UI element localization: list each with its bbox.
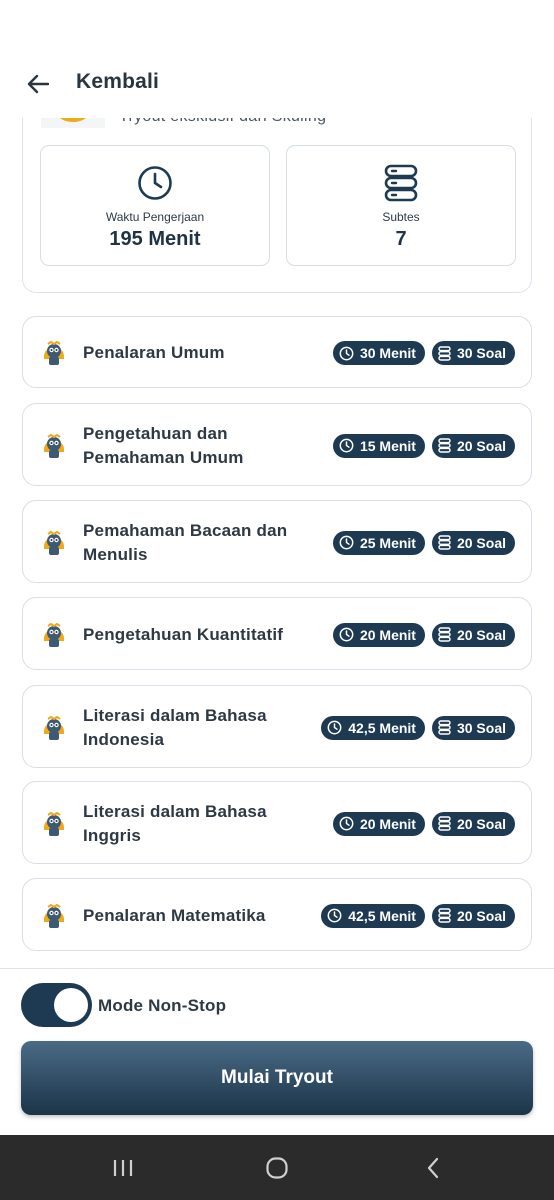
system-back-button[interactable]	[418, 1153, 448, 1183]
question-count-text: 20 Soal	[456, 815, 506, 832]
subtest-badges: 42,5 Menit 20 Soal	[321, 903, 515, 928]
subtest-badges: 25 Menit 20 Soal	[332, 530, 515, 555]
database-icon	[438, 438, 451, 453]
clock-icon	[339, 627, 354, 642]
clock-icon	[339, 438, 354, 453]
subtest-badges: 20 Menit 20 Soal	[332, 811, 515, 836]
subtest-name: Pengetahuan Kuantitatif	[83, 624, 284, 644]
mascot-icon	[41, 902, 67, 930]
subtest-name: Literasi dalam Bahasa Indonesia	[83, 705, 267, 749]
question-count-badge: 20 Soal	[431, 622, 515, 647]
question-count-badge: 20 Soal	[431, 433, 515, 458]
mascot-icon	[41, 621, 67, 649]
clock-icon	[327, 908, 342, 923]
nav-back-icon	[427, 1157, 439, 1179]
duration-badge-text: 15 Menit	[359, 437, 416, 454]
clock-icon	[327, 720, 342, 735]
mascot-icon	[41, 432, 67, 460]
question-count-text: 20 Soal	[456, 626, 506, 643]
subtest-name: Literasi dalam Bahasa Inggris	[83, 801, 267, 845]
question-count-badge: 20 Soal	[431, 903, 515, 928]
mascot-icon	[41, 714, 67, 742]
subtest-name: Pengetahuan dan Pemahaman Umum	[83, 423, 244, 467]
clock-icon	[138, 166, 172, 200]
home-button[interactable]	[262, 1153, 292, 1183]
recent-apps-icon	[113, 1160, 133, 1176]
question-count-text: 20 Soal	[456, 437, 506, 454]
mascot-icon	[41, 810, 67, 838]
subtest-badges: 30 Menit 30 Soal	[332, 341, 515, 365]
clock-icon	[339, 816, 354, 831]
question-count-badge: 20 Soal	[431, 530, 515, 555]
app-header: Kembali	[0, 56, 554, 112]
duration-value: 195 Menit	[109, 228, 201, 250]
home-icon	[266, 1157, 288, 1179]
subtests-stat: Subtes 7	[286, 145, 516, 266]
non-stop-toggle[interactable]	[21, 983, 92, 1027]
database-icon	[438, 816, 451, 831]
clock-icon	[339, 346, 354, 360]
question-count-badge: 20 Soal	[431, 811, 515, 836]
subtest-card[interactable]: Pemahaman Bacaan dan Menulis 25 Menit 20 S…	[22, 500, 532, 583]
database-icon	[438, 345, 451, 361]
recent-apps-button[interactable]	[108, 1153, 138, 1183]
subtest-name: Penalaran Matematika	[83, 905, 266, 925]
page-title: Kembali	[76, 70, 160, 93]
database-icon	[438, 627, 451, 642]
question-count-text: 30 Soal	[456, 345, 506, 361]
duration-badge-text: 25 Menit	[359, 534, 416, 551]
duration-label: Waktu Pengerjaan	[105, 210, 205, 224]
duration-badge-text: 20 Menit	[359, 626, 416, 643]
duration-badge: 25 Menit	[332, 530, 425, 555]
question-count-text: 20 Soal	[456, 534, 506, 551]
duration-badge: 42,5 Menit	[321, 715, 425, 740]
subtests-value: 7	[395, 228, 407, 250]
subtests-label: Subtes	[382, 210, 420, 224]
duration-badge: 20 Menit	[332, 622, 425, 647]
mascot-icon	[41, 118, 105, 128]
mascot-icon	[41, 529, 67, 557]
subtest-name: Penalaran Umum	[83, 343, 225, 362]
subtest-badges: 15 Menit 20 Soal	[332, 433, 515, 458]
subtest-card[interactable]: Literasi dalam Bahasa Inggris 20 Menit 20 …	[22, 781, 532, 864]
duration-badge-text: 42,5 Menit	[348, 907, 416, 924]
database-icon	[438, 720, 451, 735]
clock-icon	[339, 535, 354, 550]
duration-badge: 15 Menit	[332, 433, 425, 458]
question-count-badge: 30 Soal	[431, 341, 515, 365]
subtest-card[interactable]: Literasi dalam Bahasa Indonesia 42,5 Meni…	[22, 685, 532, 768]
subtest-name: Pemahaman Bacaan dan Menulis	[83, 520, 288, 564]
duration-badge: 20 Menit	[332, 811, 425, 836]
bottom-action-bar: Mode Non-Stop Mulai Tryout	[0, 968, 554, 1135]
non-stop-label: Mode Non-Stop	[98, 996, 227, 1015]
subtest-card[interactable]: Pengetahuan Kuantitatif 20 Menit 20 Soal	[22, 597, 532, 670]
question-count-text: 30 Soal	[456, 719, 506, 736]
subtest-badges: 20 Menit 20 Soal	[332, 622, 515, 647]
summary-subtitle: Tryout eksklusif dari Skuling	[119, 118, 326, 126]
system-navigation-bar	[0, 1135, 554, 1200]
content-scroll[interactable]: Tryout eksklusif dari Skuling Waktu Peng…	[0, 118, 554, 968]
question-count-badge: 30 Soal	[431, 715, 515, 740]
duration-badge-text: 30 Menit	[359, 345, 416, 361]
subtest-card[interactable]: Penalaran Umum 30 Menit 30 Soal	[22, 316, 532, 388]
database-icon	[384, 164, 418, 202]
duration-badge-text: 42,5 Menit	[348, 719, 416, 736]
duration-badge: 42,5 Menit	[321, 903, 425, 928]
mascot-icon	[41, 339, 67, 367]
database-icon	[438, 535, 451, 550]
subtest-card[interactable]: Penalaran Matematika 42,5 Menit 20 Soal	[22, 878, 532, 951]
database-icon	[438, 908, 451, 923]
back-arrow-icon	[27, 74, 49, 94]
subtest-card[interactable]: Pengetahuan dan Pemahaman Umum 15 Menit 20…	[22, 403, 532, 486]
back-button[interactable]	[24, 70, 52, 98]
start-tryout-button[interactable]: Mulai Tryout	[21, 1041, 533, 1115]
duration-badge-text: 20 Menit	[359, 815, 416, 832]
subtest-badges: 42,5 Menit 30 Soal	[321, 715, 515, 740]
tryout-summary-card: Tryout eksklusif dari Skuling Waktu Peng…	[22, 118, 532, 293]
question-count-text: 20 Soal	[456, 907, 506, 924]
duration-badge: 30 Menit	[332, 341, 425, 365]
toggle-knob	[54, 988, 88, 1022]
duration-stat: Waktu Pengerjaan 195 Menit	[40, 145, 270, 266]
